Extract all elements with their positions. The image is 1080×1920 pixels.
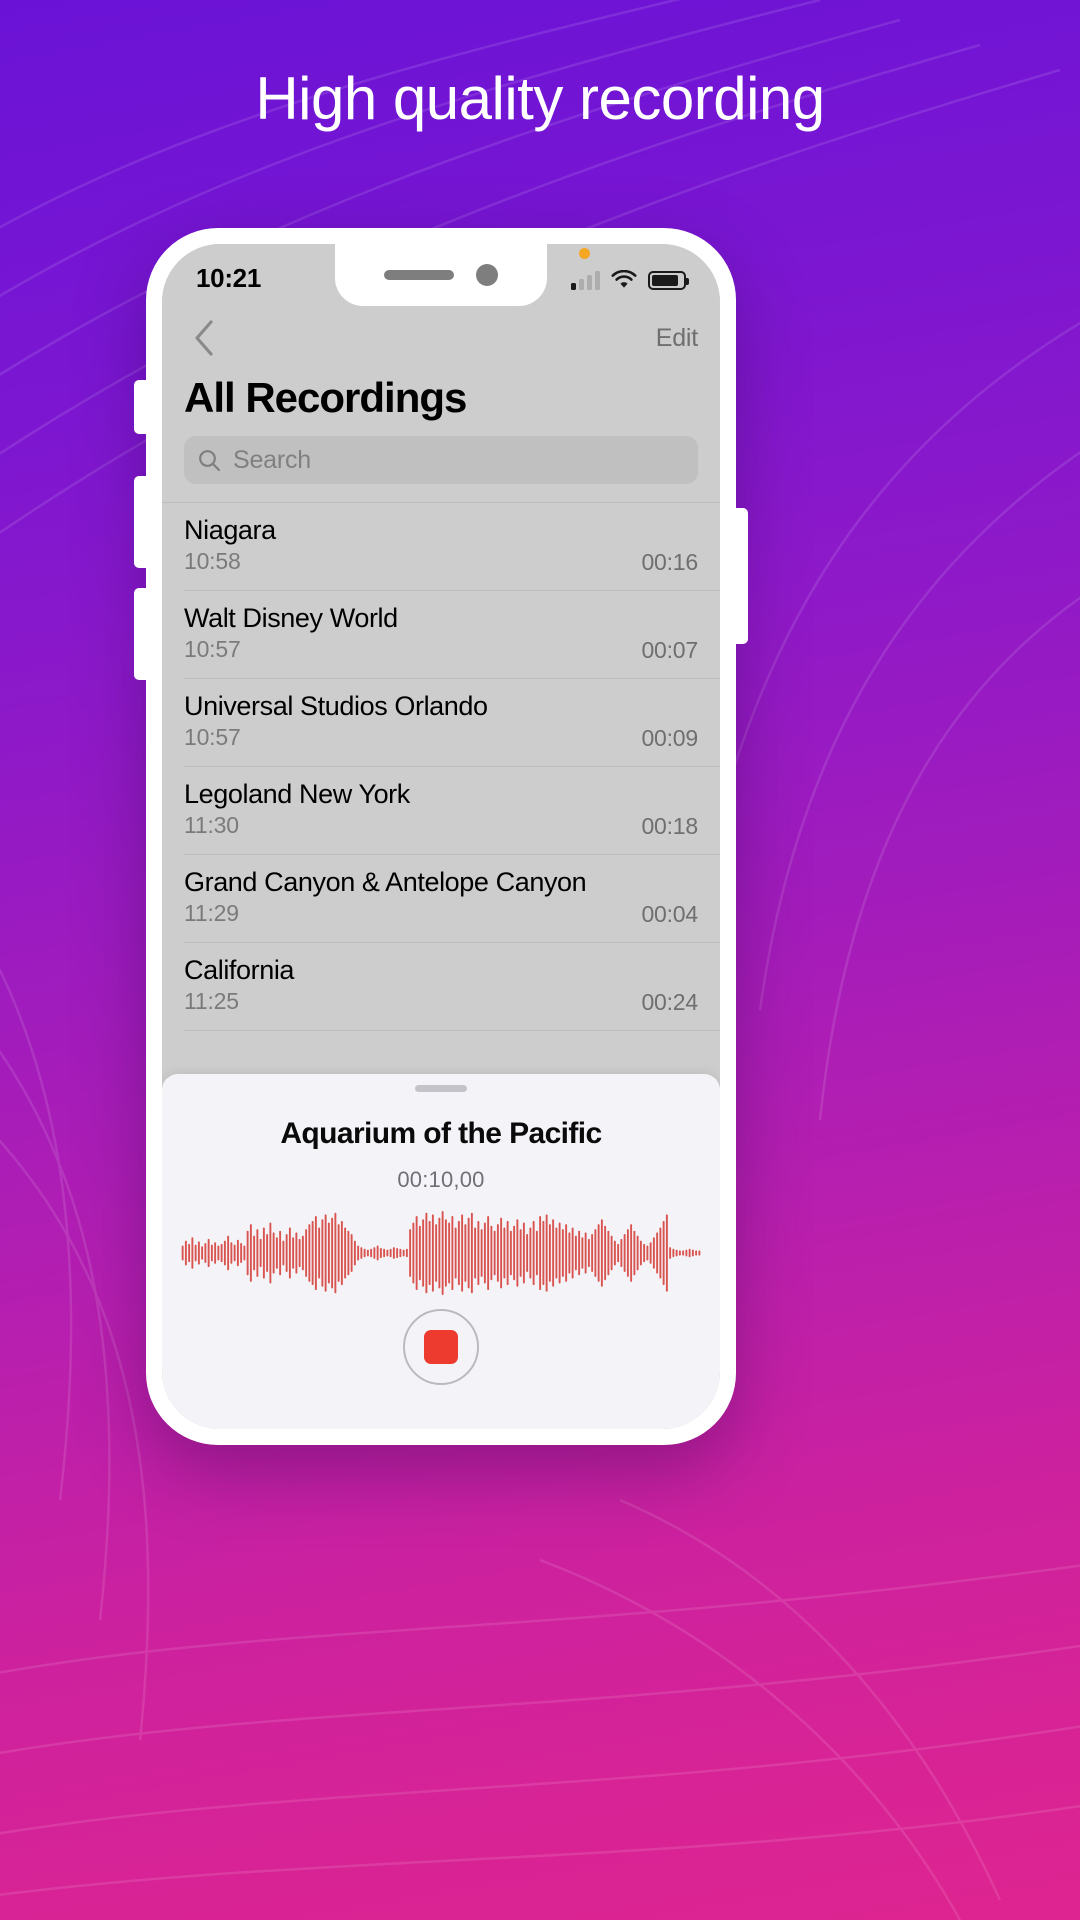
phone-power-button[interactable] [735, 508, 748, 644]
recording-row[interactable]: Legoland New York 11:30 00:18 [184, 767, 720, 855]
recording-row-duration: 00:16 [641, 549, 698, 575]
status-icons [571, 248, 689, 290]
recording-row-title: Grand Canyon & Antelope Canyon [184, 867, 587, 897]
phone-mockup: Edit All Recordings Search Niagara 10:58 0… [134, 228, 748, 1445]
recording-row-title: California [184, 955, 295, 985]
recording-row[interactable]: California 11:25 00:24 [184, 943, 720, 1031]
phone-screen: Edit All Recordings Search Niagara 10:58 0… [162, 244, 720, 1429]
earpiece-speaker [384, 270, 454, 280]
recording-row[interactable]: Walt Disney World 10:57 00:07 [184, 591, 720, 679]
recording-row-time: 10:57 [184, 636, 241, 663]
wifi-icon [611, 270, 637, 288]
recording-row[interactable]: Grand Canyon & Antelope Canyon 11:29 00:04 [184, 855, 720, 943]
recording-row-title: Universal Studios Orlando [184, 691, 488, 721]
recording-row-duration: 00:24 [641, 989, 698, 1015]
recording-row-time: 11:29 [184, 900, 239, 927]
search-placeholder: Search [233, 445, 312, 474]
back-button[interactable] [184, 318, 224, 358]
recording-row-title: Walt Disney World [184, 603, 398, 633]
phone-volume-down-button[interactable] [134, 588, 147, 680]
page-title: All Recordings [184, 374, 467, 421]
recording-title: Aquarium of the Pacific [280, 1117, 602, 1150]
edit-button[interactable]: Edit [656, 324, 698, 353]
phone-mute-switch[interactable] [134, 380, 147, 434]
waveform-svg [181, 1211, 701, 1295]
recording-row-time: 10:58 [184, 548, 241, 575]
phone-volume-up-button[interactable] [134, 476, 147, 568]
recording-row[interactable]: Niagara 10:58 00:16 [184, 503, 720, 591]
recording-row-title: Niagara [184, 515, 276, 545]
status-time: 10:21 [196, 262, 261, 293]
drag-handle[interactable] [415, 1085, 467, 1092]
front-camera [476, 264, 498, 286]
battery-icon [648, 271, 689, 290]
recording-row-duration: 00:09 [641, 725, 698, 751]
search-container: Search [162, 436, 720, 502]
page-headline: High quality recording [255, 65, 825, 132]
phone-notch [335, 244, 547, 306]
recording-sheet: Aquarium of the Pacific 00:10,00 [162, 1074, 720, 1429]
recording-row-duration: 00:18 [641, 813, 698, 839]
recording-row-duration: 00:07 [641, 637, 698, 663]
search-input[interactable]: Search [184, 436, 698, 484]
chevron-left-icon [195, 320, 213, 356]
recording-row[interactable]: Universal Studios Orlando 10:57 00:09 [184, 679, 720, 767]
waveform-visualizer [162, 1211, 720, 1295]
recording-row-duration: 00:04 [641, 901, 698, 927]
recording-row-time: 10:57 [184, 724, 241, 751]
navigation-bar: Edit [162, 310, 720, 366]
signal-bars-icon [571, 270, 600, 290]
recording-row-time: 11:25 [184, 988, 239, 1015]
recording-row-time: 11:30 [184, 812, 239, 839]
recording-indicator-dot [579, 248, 590, 259]
stop-square-icon [424, 1330, 458, 1364]
recording-row-title: Legoland New York [184, 779, 410, 809]
recording-timer: 00:10,00 [397, 1167, 485, 1192]
search-icon [199, 449, 221, 471]
battery-fill [652, 275, 678, 286]
stop-recording-button[interactable] [403, 1309, 479, 1385]
